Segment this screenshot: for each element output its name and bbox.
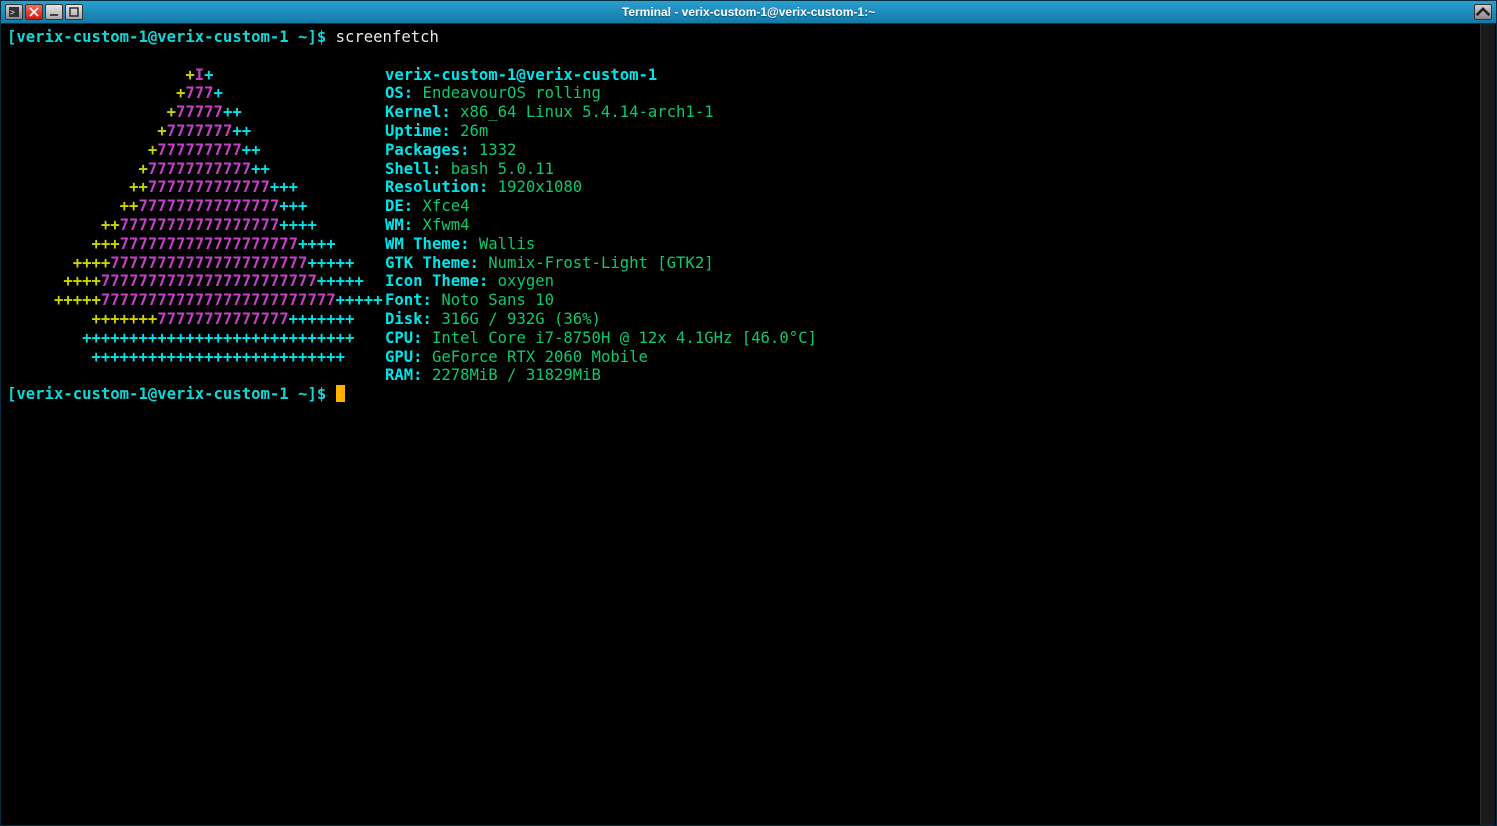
info-row: Shell: bash 5.0.11 xyxy=(385,160,1490,179)
logo-line: ++++777777777777777777777+++++ xyxy=(7,254,385,273)
info-value: 1920x1080 xyxy=(488,178,582,196)
prompt-line-2: [verix-custom-1@verix-custom-1 ~]$ xyxy=(7,385,1490,404)
logo-line: +7777777++ xyxy=(7,122,385,141)
info-label: DE: xyxy=(385,197,413,215)
info-label: Font: xyxy=(385,291,432,309)
logo-line: +++++7777777777777777777777777+++++ xyxy=(7,291,385,310)
info-label: Packages: xyxy=(385,141,470,159)
system-info: verix-custom-1@verix-custom-1 OS: Endeav… xyxy=(385,66,1490,386)
logo-line: +777777777++ xyxy=(7,141,385,160)
info-row: Font: Noto Sans 10 xyxy=(385,291,1490,310)
ascii-logo: +I+ +777+ +77777++ +7777777++ +777777777… xyxy=(7,66,385,386)
info-label: Icon Theme: xyxy=(385,272,488,290)
info-row: Kernel: x86_64 Linux 5.4.14-arch1-1 xyxy=(385,103,1490,122)
info-label: Resolution: xyxy=(385,178,488,196)
info-value: oxygen xyxy=(488,272,554,290)
info-row: Packages: 1332 xyxy=(385,141,1490,160)
maximize-button[interactable] xyxy=(65,4,83,20)
info-row: Icon Theme: oxygen xyxy=(385,272,1490,291)
info-value: x86_64 Linux 5.4.14-arch1-1 xyxy=(451,103,714,121)
prompt-close: ]$ xyxy=(307,385,335,403)
info-label: CPU: xyxy=(385,329,423,347)
info-row: Uptime: 26m xyxy=(385,122,1490,141)
info-label: Uptime: xyxy=(385,122,451,140)
shade-button[interactable] xyxy=(1474,4,1492,20)
info-value: Noto Sans 10 xyxy=(432,291,554,309)
info-value: EndeavourOS rolling xyxy=(413,84,601,102)
prompt-bracket: [ xyxy=(7,28,16,46)
logo-line: +77777777777++ xyxy=(7,160,385,179)
info-value: 316G / 932G (36%) xyxy=(432,310,601,328)
info-row: Disk: 316G / 932G (36%) xyxy=(385,310,1490,329)
info-label: Disk: xyxy=(385,310,432,328)
logo-line: +++++++++++++++++++++++++++ xyxy=(7,348,385,367)
info-row: OS: EndeavourOS rolling xyxy=(385,84,1490,103)
info-row: WM Theme: Wallis xyxy=(385,235,1490,254)
info-row: DE: Xfce4 xyxy=(385,197,1490,216)
info-label: Shell: xyxy=(385,160,441,178)
svg-text:>: > xyxy=(10,8,15,17)
screenfetch-output: +I+ +777+ +77777++ +7777777++ +777777777… xyxy=(7,66,1490,386)
logo-line: +77777++ xyxy=(7,103,385,122)
info-label: GTK Theme: xyxy=(385,254,479,272)
info-label: OS: xyxy=(385,84,413,102)
logo-line: +++++++++++++++++++++++++++++ xyxy=(7,329,385,348)
info-value: Wallis xyxy=(470,235,536,253)
info-row: CPU: Intel Core i7-8750H @ 12x 4.1GHz [4… xyxy=(385,329,1490,348)
minimize-icon xyxy=(49,7,59,17)
info-row: GPU: GeForce RTX 2060 Mobile xyxy=(385,348,1490,367)
info-row: RAM: 2278MiB / 31829MiB xyxy=(385,366,1490,385)
info-row: WM: Xfwm4 xyxy=(385,216,1490,235)
info-value: Intel Core i7-8750H @ 12x 4.1GHz [46.0°C… xyxy=(423,329,817,347)
logo-line: ++++77777777777777777777777+++++ xyxy=(7,272,385,291)
logo-line: ++777777777777777+++ xyxy=(7,197,385,216)
blank-line xyxy=(7,47,1490,66)
terminal-window: > Terminal - verix-custom-1@verix-custom… xyxy=(0,0,1497,826)
prompt-path: ~ xyxy=(289,28,308,46)
prompt-userhost: verix-custom-1@verix-custom-1 xyxy=(16,385,288,403)
info-value: Xfce4 xyxy=(413,197,469,215)
cursor xyxy=(336,385,345,402)
info-row: GTK Theme: Numix-Frost-Light [GTK2] xyxy=(385,254,1490,273)
info-value: GeForce RTX 2060 Mobile xyxy=(423,348,648,366)
chevron-up-icon xyxy=(1475,4,1491,20)
command-text: screenfetch xyxy=(336,28,439,46)
info-row: Resolution: 1920x1080 xyxy=(385,178,1490,197)
info-label: Kernel: xyxy=(385,103,451,121)
close-icon xyxy=(29,7,39,17)
info-label: WM: xyxy=(385,216,413,234)
info-value: Xfwm4 xyxy=(413,216,469,234)
info-value: Numix-Frost-Light [GTK2] xyxy=(479,254,714,272)
sf-header: verix-custom-1@verix-custom-1 xyxy=(385,66,657,84)
info-label: GPU: xyxy=(385,348,423,366)
window-controls: > xyxy=(1,2,87,22)
prompt-bracket: [ xyxy=(7,385,16,403)
minimize-button[interactable] xyxy=(45,4,63,20)
window-title: Terminal - verix-custom-1@verix-custom-1… xyxy=(1,5,1496,19)
close-button[interactable] xyxy=(25,4,43,20)
info-value: bash 5.0.11 xyxy=(441,160,554,178)
info-label: RAM: xyxy=(385,366,423,384)
info-value: 2278MiB / 31829MiB xyxy=(423,366,601,384)
logo-line: +777+ xyxy=(7,84,385,103)
prompt-path: ~ xyxy=(289,385,308,403)
app-menu-button[interactable]: > xyxy=(5,4,23,20)
terminal-icon: > xyxy=(9,7,19,17)
logo-line: ++77777777777777777++++ xyxy=(7,216,385,235)
logo-line: ++7777777777777+++ xyxy=(7,178,385,197)
logo-line: +I+ xyxy=(7,66,385,85)
prompt-close: ]$ xyxy=(307,28,335,46)
scrollbar[interactable] xyxy=(1480,24,1495,825)
logo-line: +++++++77777777777777+++++++ xyxy=(7,310,385,329)
info-value: 26m xyxy=(451,122,489,140)
prompt-line-1: [verix-custom-1@verix-custom-1 ~]$ scree… xyxy=(7,28,1490,47)
info-value: 1332 xyxy=(470,141,517,159)
info-label: WM Theme: xyxy=(385,235,470,253)
terminal-area[interactable]: [verix-custom-1@verix-custom-1 ~]$ scree… xyxy=(1,24,1496,825)
maximize-icon xyxy=(69,7,79,17)
titlebar[interactable]: > Terminal - verix-custom-1@verix-custom… xyxy=(1,1,1496,24)
logo-line: +++7777777777777777777++++ xyxy=(7,235,385,254)
prompt-userhost: verix-custom-1@verix-custom-1 xyxy=(16,28,288,46)
